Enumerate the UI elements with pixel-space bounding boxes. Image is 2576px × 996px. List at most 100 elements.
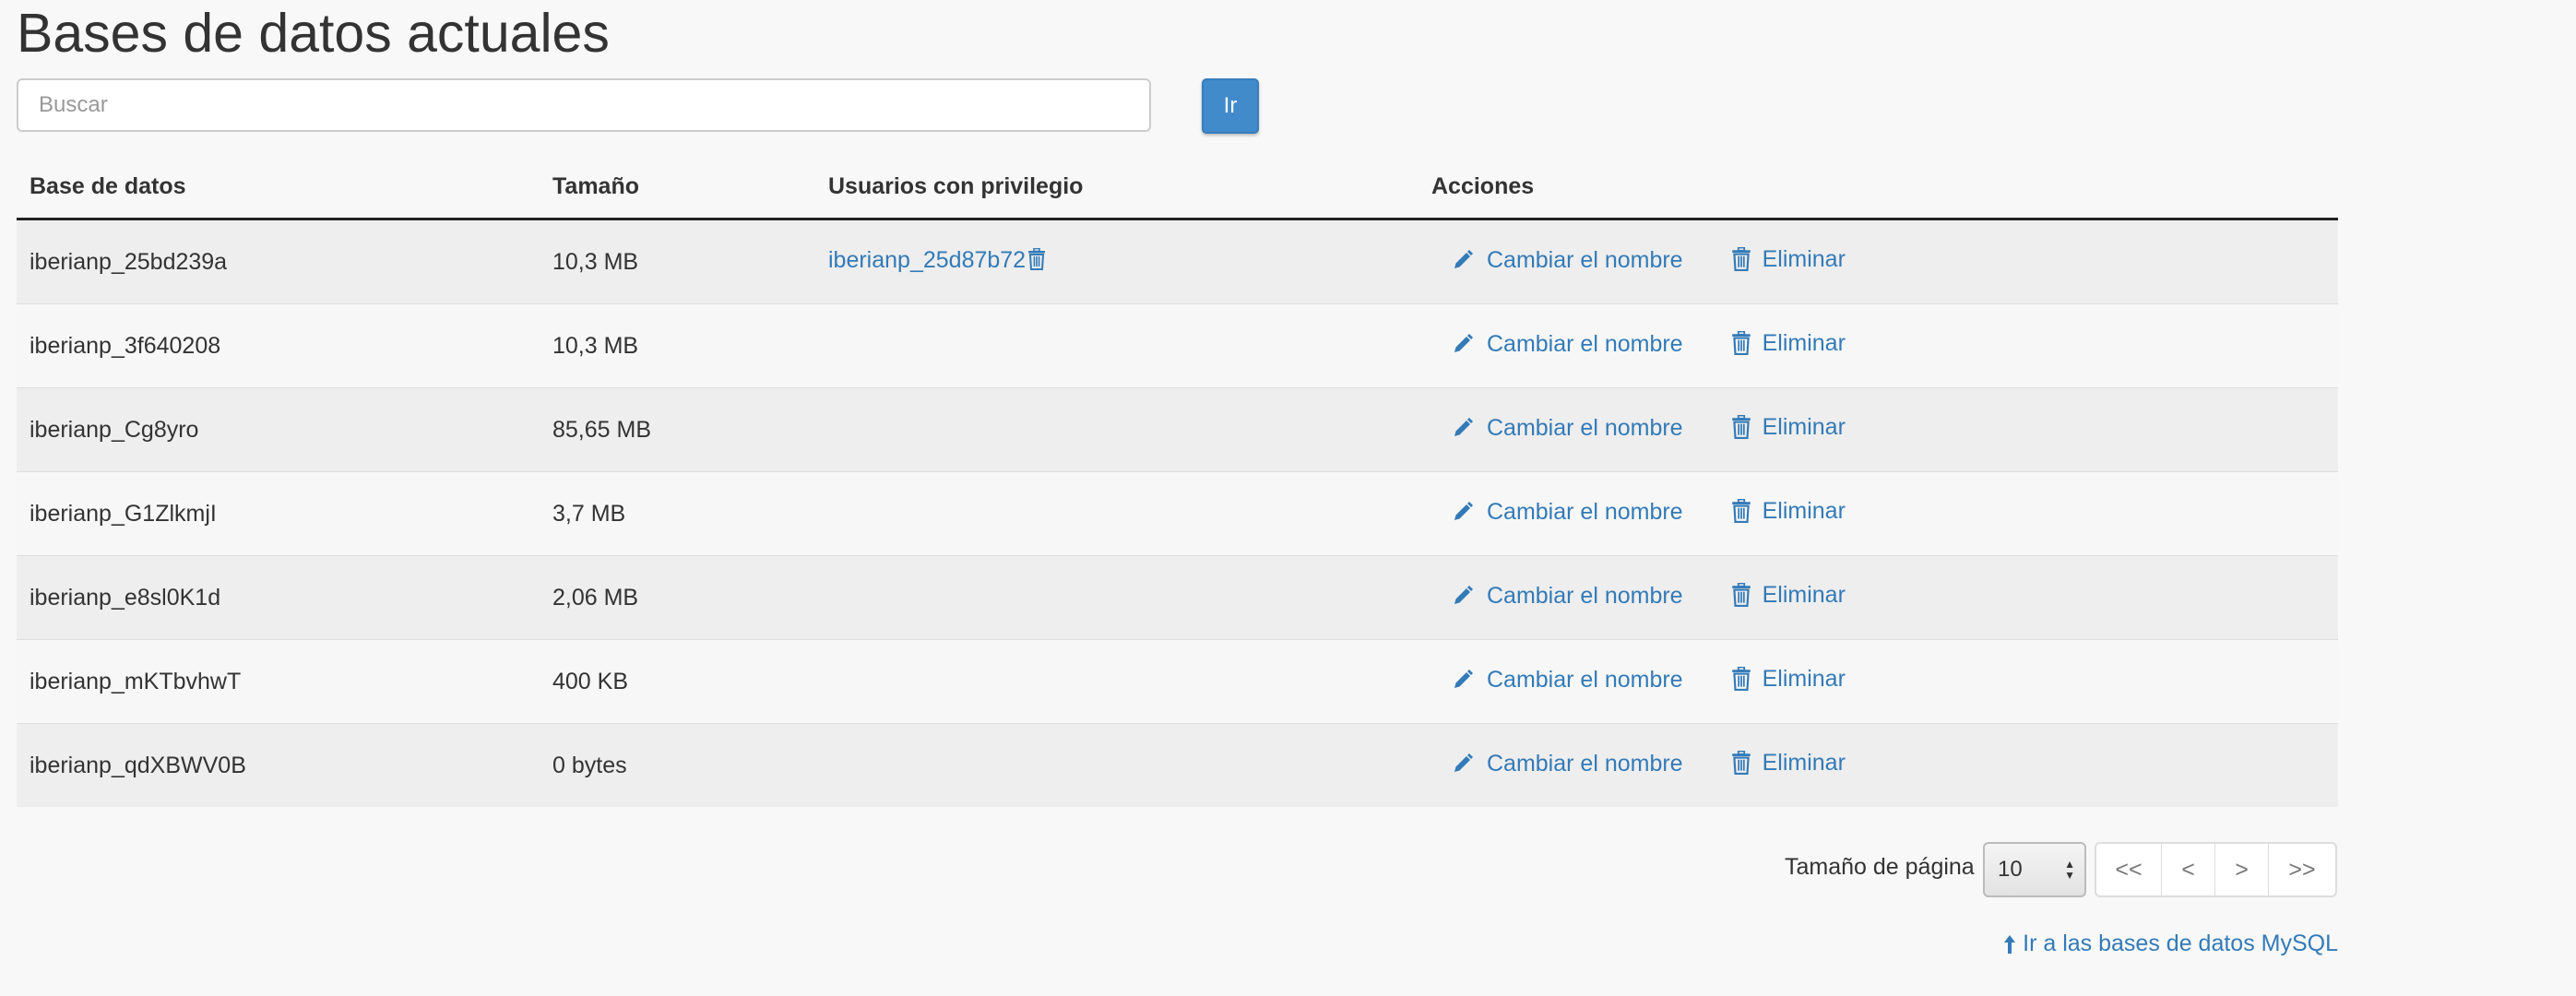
delete-button[interactable]: Eliminar [1731,246,1846,273]
header-size[interactable]: Tamaño [540,155,815,220]
table-row: iberianp_qdXBWV0B 0 bytes Cambiar el nombr… [17,723,2338,807]
rename-label: Cambiar el nombre [1487,498,1683,525]
database-size: 85,65 MB [540,387,815,472]
page-size-value: 10 [1998,857,2023,882]
delete-label: Eliminar [1762,245,1846,272]
pencil-icon [1452,753,1479,775]
pencil-icon [1452,333,1479,355]
rename-label: Cambiar el nombre [1487,582,1683,609]
trash-icon [1731,247,1757,272]
trash-icon [1731,331,1757,356]
privileged-users-cell [815,387,1419,472]
actions-cell: Cambiar el nombre Eliminar [1419,639,2338,724]
delete-button[interactable]: Eliminar [1731,666,1846,693]
actions-cell: Cambiar el nombre Eliminar [1419,471,2338,556]
privileged-user-link[interactable]: iberianp_25d87b72 [828,247,1026,273]
database-size: 10,3 MB [540,303,815,388]
privileged-users-cell: iberianp_25d87b72 [815,219,1419,304]
privileged-users-cell [815,723,1419,807]
databases-table: Base de datos Tamaño Usuarios con privil… [17,155,2338,807]
trash-icon [1731,667,1757,692]
header-database[interactable]: Base de datos [17,155,540,220]
rename-label: Cambiar el nombre [1487,666,1683,693]
table-row: iberianp_G1ZlkmjI 3,7 MB Cambiar el nombre… [17,471,2338,556]
last-page-button[interactable]: >> [2268,844,2335,895]
privileged-users-cell [815,471,1419,556]
database-name: iberianp_qdXBWV0B [17,723,540,807]
rename-label: Cambiar el nombre [1487,414,1683,441]
search-go-button[interactable]: Ir [1202,78,1259,134]
privileged-users-cell [815,555,1419,640]
first-page-button[interactable]: << [2096,844,2161,895]
rename-label: Cambiar el nombre [1487,330,1683,357]
page-size-label: Tamaño de página [1785,854,1975,880]
delete-label: Eliminar [1762,665,1846,692]
table-header-row: Base de datos Tamaño Usuarios con privil… [17,155,2338,220]
database-name: iberianp_3f640208 [17,303,540,388]
table-row: iberianp_3f640208 10,3 MB Cambiar el nombr… [17,303,2338,388]
table-row: iberianp_25bd239a 10,3 MB iberianp_25d87b7… [17,219,2338,304]
rename-button[interactable]: Cambiar el nombre [1452,667,1683,694]
delete-label: Eliminar [1762,329,1846,356]
rename-button[interactable]: Cambiar el nombre [1452,583,1683,610]
actions-cell: Cambiar el nombre Eliminar [1419,555,2338,640]
delete-button[interactable]: Eliminar [1731,582,1846,609]
rename-button[interactable]: Cambiar el nombre [1452,751,1683,777]
actions-cell: Cambiar el nombre Eliminar [1419,387,2338,472]
database-name: iberianp_e8sl0K1d [17,555,540,640]
next-page-button[interactable]: > [2214,844,2268,895]
database-size: 400 KB [540,639,815,724]
mysql-databases-link[interactable]: Ir a las bases de datos MySQL [2002,931,2338,957]
database-size: 10,3 MB [540,219,815,304]
remove-user-trash-icon[interactable] [1027,247,1046,277]
arrow-up-icon [2004,934,2016,954]
pencil-icon [1452,501,1479,523]
rename-button[interactable]: Cambiar el nombre [1452,415,1683,442]
trash-icon [1731,499,1757,524]
rename-button[interactable]: Cambiar el nombre [1452,247,1683,274]
trash-icon [1731,751,1757,776]
delete-button[interactable]: Eliminar [1731,330,1846,357]
table-row: iberianp_e8sl0K1d 2,06 MB Cambiar el nombr… [17,555,2338,640]
actions-cell: Cambiar el nombre Eliminar [1419,723,2338,807]
delete-button[interactable]: Eliminar [1731,498,1846,525]
table-body: iberianp_25bd239a 10,3 MB iberianp_25d87b7… [17,219,2338,807]
database-name: iberianp_G1ZlkmjI [17,471,540,556]
delete-button[interactable]: Eliminar [1731,414,1846,441]
database-size: 0 bytes [540,723,815,807]
page-title: Bases de datos actuales [17,3,610,64]
actions-cell: Cambiar el nombre Eliminar [1419,219,2338,304]
database-size: 2,06 MB [540,555,815,640]
actions-cell: Cambiar el nombre Eliminar [1419,303,2338,388]
rename-button[interactable]: Cambiar el nombre [1452,331,1683,358]
delete-button[interactable]: Eliminar [1731,750,1846,777]
select-arrows-icon: ▲ ▼ [2064,858,2075,882]
header-users: Usuarios con privilegio [815,155,1419,220]
trash-icon [1731,583,1757,608]
page-size-select[interactable]: 10 ▲ ▼ [1983,842,2086,897]
privileged-users-cell [815,303,1419,388]
mysql-databases-link-label: Ir a las bases de datos MySQL [2023,931,2338,956]
table-row: iberianp_mKTbvhwT 400 KB Cambiar el nombre… [17,639,2338,724]
pencil-icon [1452,417,1479,439]
database-size: 3,7 MB [540,471,815,556]
database-name: iberianp_mKTbvhwT [17,639,540,724]
prev-page-button[interactable]: < [2161,844,2214,895]
pencil-icon [1452,249,1479,271]
privileged-users-cell [815,639,1419,724]
trash-icon [1731,415,1757,440]
search-input[interactable] [17,78,1151,132]
rename-button[interactable]: Cambiar el nombre [1452,499,1683,526]
delete-label: Eliminar [1762,581,1846,608]
header-actions: Acciones [1419,155,2338,220]
rename-label: Cambiar el nombre [1487,246,1683,273]
delete-label: Eliminar [1762,497,1846,524]
pencil-icon [1452,585,1479,607]
pencil-icon [1452,669,1479,691]
database-name: iberianp_25bd239a [17,219,540,304]
delete-label: Eliminar [1762,749,1846,776]
table-row: iberianp_Cg8yro 85,65 MB Cambiar el nombre… [17,387,2338,472]
database-name: iberianp_Cg8yro [17,387,540,472]
delete-label: Eliminar [1762,413,1846,440]
pagination: << < > >> [2095,842,2337,897]
